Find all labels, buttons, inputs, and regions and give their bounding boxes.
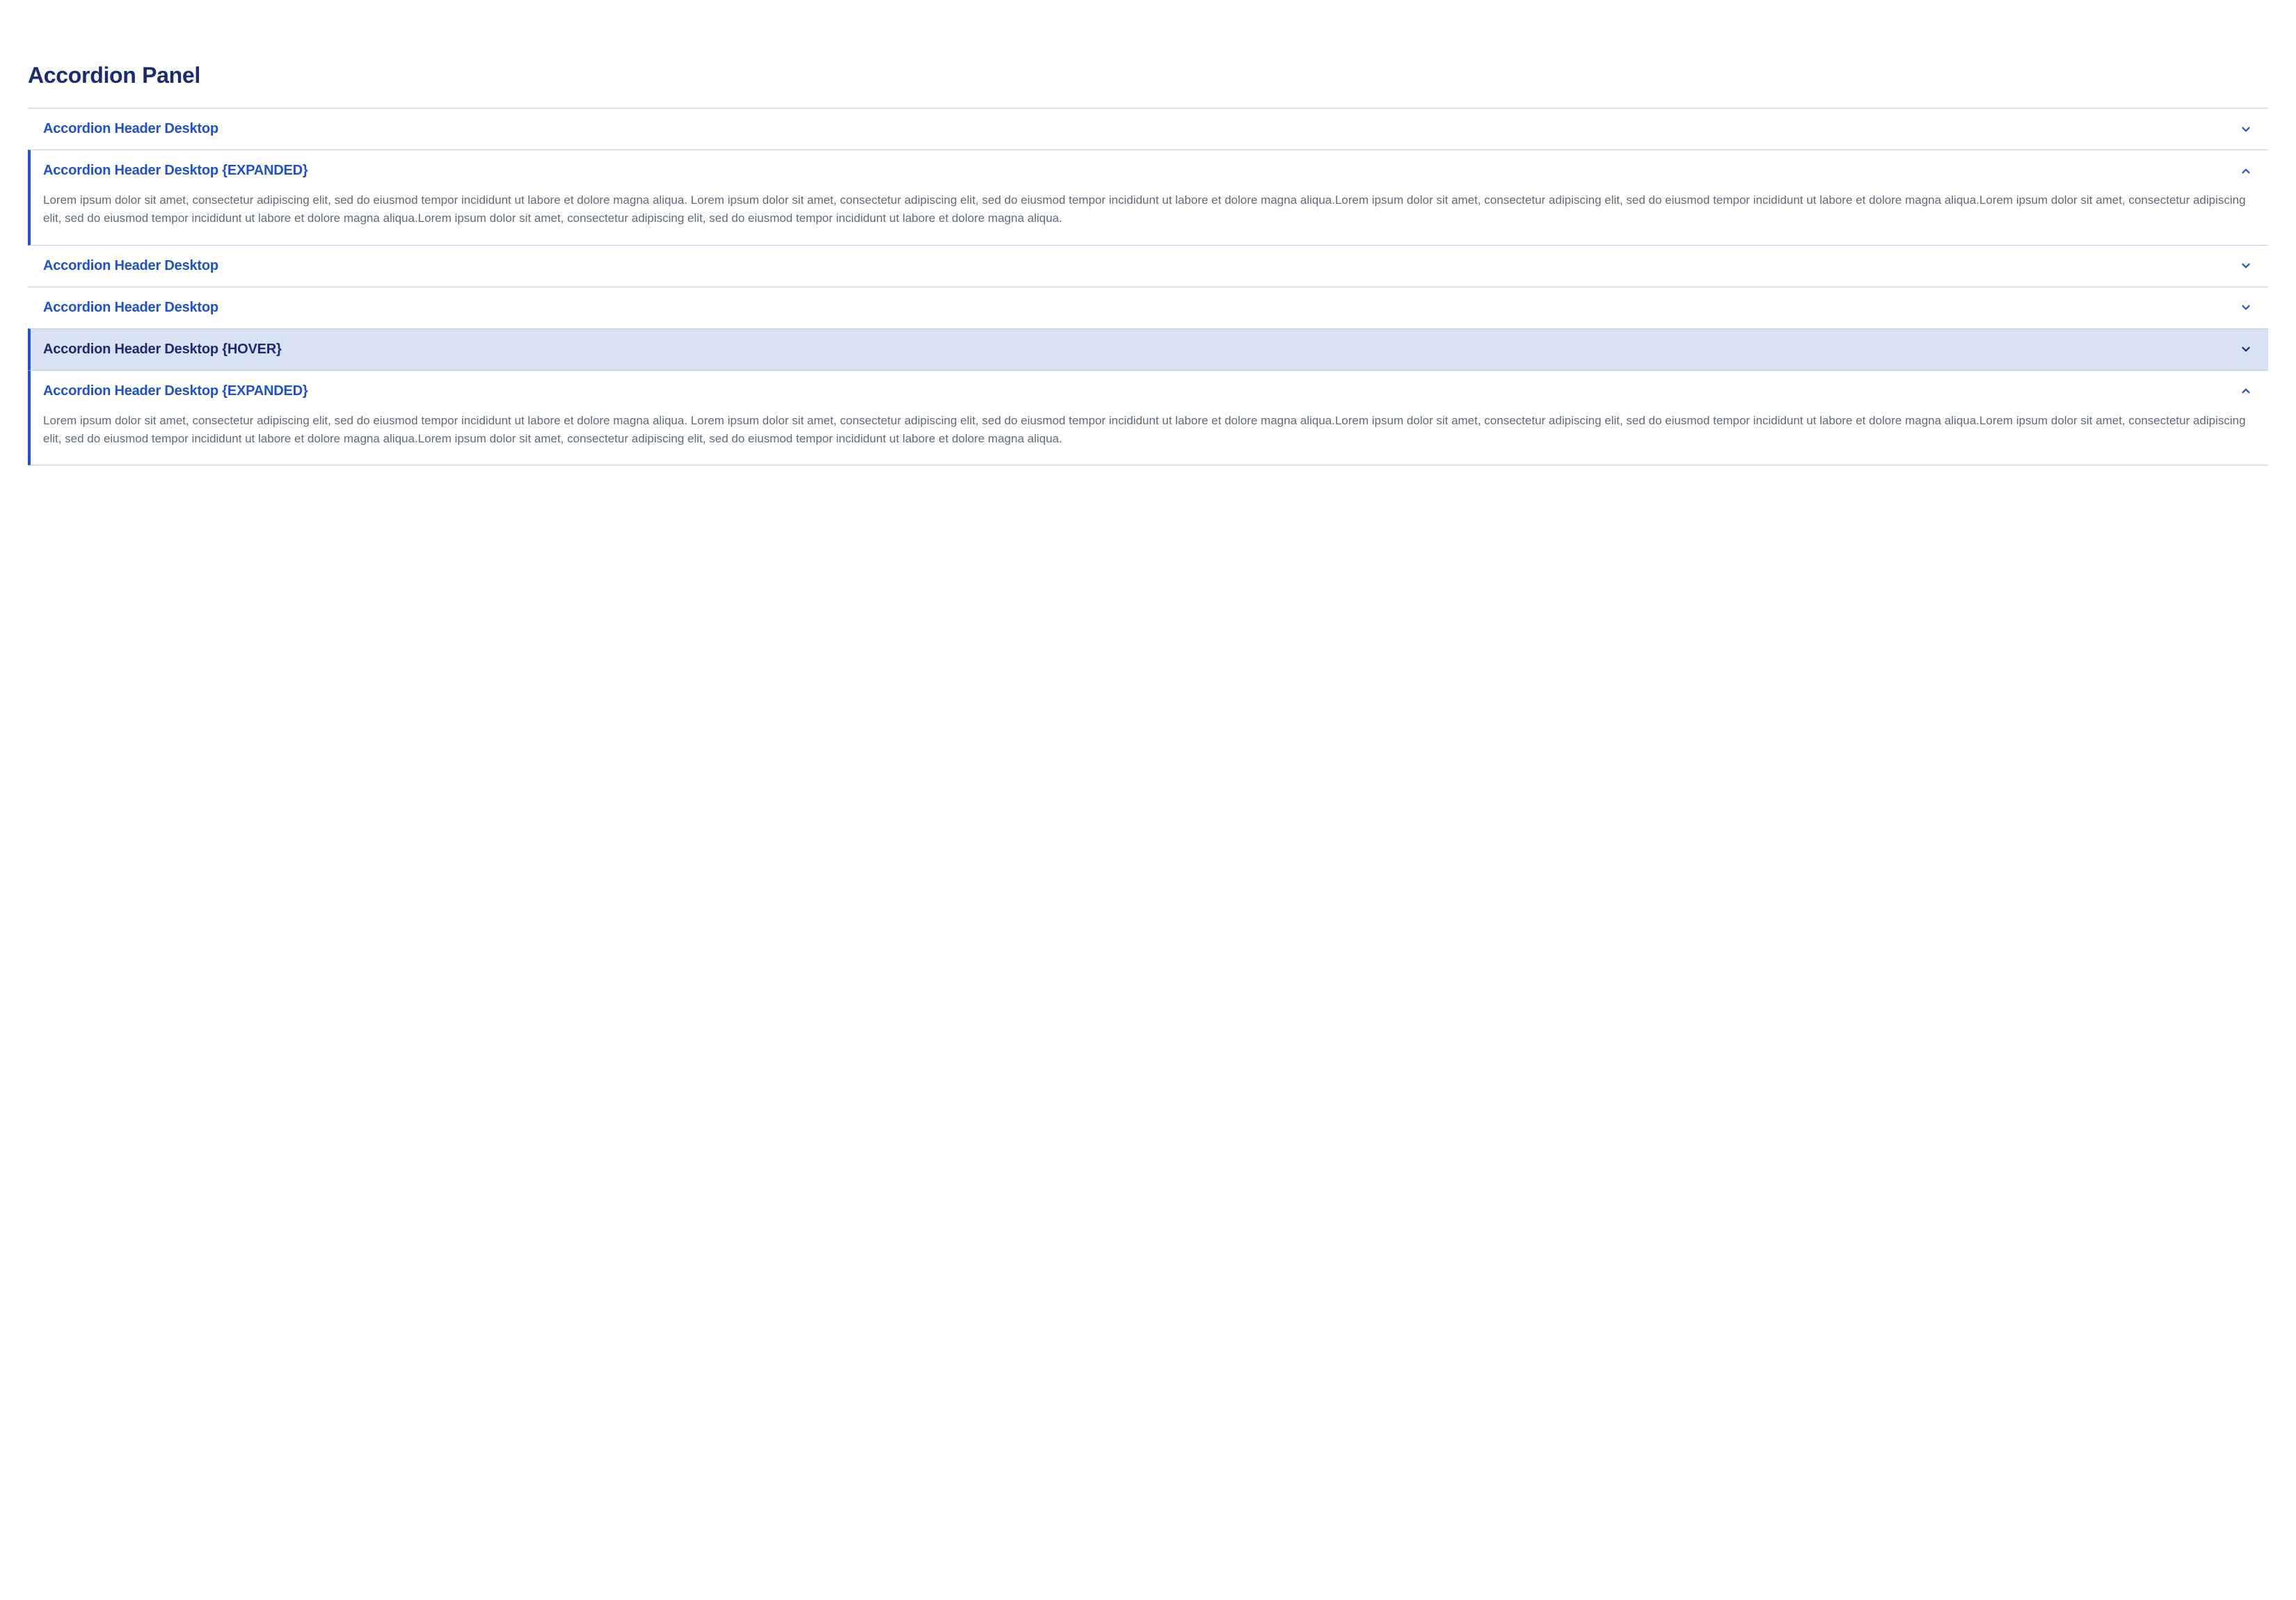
- accordion-header[interactable]: Accordion Header Desktop {HOVER}: [31, 329, 2268, 370]
- accordion-header[interactable]: Accordion Header Desktop: [28, 246, 2268, 287]
- accordion-body: Lorem ipsum dolor sit amet, consectetur …: [31, 412, 2268, 465]
- accordion-item: Accordion Header Desktop {EXPANDED} Lore…: [28, 150, 2268, 246]
- accordion-header-title: Accordion Header Desktop {EXPANDED}: [43, 163, 308, 179]
- chevron-down-icon: [2239, 342, 2253, 356]
- accordion-header[interactable]: Accordion Header Desktop: [28, 287, 2268, 328]
- accordion-item: Accordion Header Desktop {HOVER}: [28, 328, 2268, 370]
- accordion-header-title: Accordion Header Desktop: [43, 121, 218, 137]
- accordion-header[interactable]: Accordion Header Desktop {EXPANDED}: [31, 150, 2268, 191]
- accordion-item: Accordion Header Desktop: [28, 108, 2268, 150]
- accordion-header[interactable]: Accordion Header Desktop: [28, 109, 2268, 150]
- chevron-down-icon: [2239, 301, 2253, 314]
- accordion-item: Accordion Header Desktop {EXPANDED} Lore…: [28, 370, 2268, 466]
- accordion-header-title: Accordion Header Desktop {EXPANDED}: [43, 383, 308, 399]
- accordion-header[interactable]: Accordion Header Desktop {EXPANDED}: [31, 371, 2268, 412]
- chevron-down-icon: [2239, 122, 2253, 136]
- accordion-header-title: Accordion Header Desktop: [43, 300, 218, 316]
- accordion-header-title: Accordion Header Desktop: [43, 258, 218, 274]
- chevron-up-icon: [2239, 384, 2253, 398]
- accordion-item: Accordion Header Desktop: [28, 287, 2268, 328]
- chevron-up-icon: [2239, 164, 2253, 178]
- accordion-body: Lorem ipsum dolor sit amet, consectetur …: [31, 191, 2268, 245]
- panel-title: Accordion Panel: [28, 63, 2268, 88]
- accordion-item: Accordion Header Desktop: [28, 246, 2268, 287]
- accordion-panel: Accordion Header Desktop Accordion Heade…: [28, 108, 2268, 465]
- chevron-down-icon: [2239, 259, 2253, 273]
- accordion-header-title: Accordion Header Desktop {HOVER}: [43, 342, 282, 358]
